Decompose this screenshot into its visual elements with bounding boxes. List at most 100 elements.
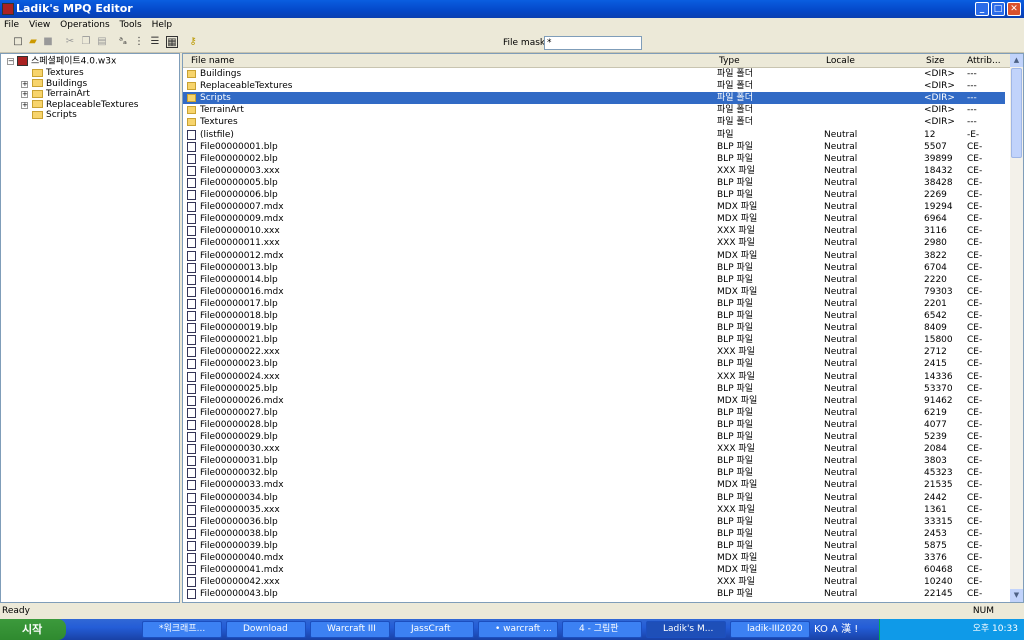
- table-row[interactable]: File00000005.blp BLP 파일 Neutral 38428 CE-: [183, 177, 1005, 189]
- scroll-thumb[interactable]: [1011, 68, 1022, 158]
- table-row[interactable]: File00000036.blp BLP 파일 Neutral 33315 CE-: [183, 516, 1005, 528]
- scroll-down-arrow-icon[interactable]: ▼: [1010, 589, 1023, 602]
- table-row[interactable]: File00000027.blp BLP 파일 Neutral 6219 CE-: [183, 407, 1005, 419]
- table-row[interactable]: File00000017.blp BLP 파일 Neutral 2201 CE-: [183, 298, 1005, 310]
- menu-view[interactable]: View: [29, 20, 50, 30]
- table-row[interactable]: File00000026.mdx MDX 파일 Neutral 91462 CE-: [183, 395, 1005, 407]
- table-row[interactable]: File00000041.mdx MDX 파일 Neutral 60468 CE-: [183, 564, 1005, 576]
- taskbar-item[interactable]: • warcraft ...: [478, 621, 558, 638]
- tree-item-terrainart[interactable]: TerrainArt: [32, 89, 90, 99]
- taskbar-item[interactable]: Download: [226, 621, 306, 638]
- table-row[interactable]: File00000014.blp BLP 파일 Neutral 2220 CE-: [183, 274, 1005, 286]
- table-row[interactable]: File00000033.mdx MDX 파일 Neutral 21535 CE-: [183, 479, 1005, 491]
- copy-icon[interactable]: ❐: [80, 36, 92, 48]
- tree-root[interactable]: 스페셜페이트4.0.w3x: [17, 56, 116, 67]
- grid-icon[interactable]: ▦: [166, 36, 178, 48]
- table-row[interactable]: File00000042.xxx XXX 파일 Neutral 10240 CE-: [183, 576, 1005, 588]
- table-row[interactable]: File00000006.blp BLP 파일 Neutral 2269 CE-: [183, 189, 1005, 201]
- expand-toggle[interactable]: +: [21, 80, 28, 88]
- menu-tools[interactable]: Tools: [120, 20, 142, 30]
- table-row[interactable]: File00000012.mdx MDX 파일 Neutral 3822 CE-: [183, 250, 1005, 262]
- table-row[interactable]: File00000018.blp BLP 파일 Neutral 6542 CE-: [183, 310, 1005, 322]
- cell-locale: Neutral: [824, 214, 858, 225]
- table-row[interactable]: File00000007.mdx MDX 파일 Neutral 19294 CE-: [183, 201, 1005, 213]
- taskbar-item[interactable]: ladik-III2020: [730, 621, 810, 638]
- cell-attrib: CE-: [967, 202, 983, 213]
- cell-type: BLP 파일: [717, 177, 754, 188]
- close-button[interactable]: ✕: [1007, 2, 1021, 16]
- table-row[interactable]: File00000025.blp BLP 파일 Neutral 53370 CE-: [183, 383, 1005, 395]
- table-row[interactable]: File00000032.blp BLP 파일 Neutral 45323 CE-: [183, 467, 1005, 479]
- table-row[interactable]: File00000039.blp BLP 파일 Neutral 5875 CE-: [183, 540, 1005, 552]
- table-row[interactable]: File00000019.blp BLP 파일 Neutral 8409 CE-: [183, 322, 1005, 334]
- list-icon[interactable]: ⋮: [133, 36, 145, 48]
- collapse-toggle[interactable]: −: [7, 58, 14, 65]
- table-row[interactable]: File00000009.mdx MDX 파일 Neutral 6964 CE-: [183, 213, 1005, 225]
- column-header-attrib[interactable]: Attrib...: [967, 56, 1001, 66]
- taskbar-item[interactable]: Warcraft III: [310, 621, 390, 638]
- new-icon[interactable]: □: [12, 36, 24, 48]
- table-row[interactable]: File00000022.xxx XXX 파일 Neutral 2712 CE-: [183, 346, 1005, 358]
- menu-operations[interactable]: Operations: [60, 20, 109, 30]
- cut-icon[interactable]: ✂: [64, 36, 76, 48]
- vertical-scrollbar[interactable]: ▲ ▼: [1010, 54, 1023, 602]
- minimize-button[interactable]: _: [975, 2, 989, 16]
- table-row[interactable]: File00000021.blp BLP 파일 Neutral 15800 CE-: [183, 334, 1005, 346]
- table-row[interactable]: File00000024.xxx XXX 파일 Neutral 14336 CE-: [183, 371, 1005, 383]
- maximize-button[interactable]: □: [991, 2, 1005, 16]
- table-row[interactable]: File00000031.blp BLP 파일 Neutral 3803 CE-: [183, 455, 1005, 467]
- expand-toggle[interactable]: +: [21, 91, 28, 99]
- scroll-up-arrow-icon[interactable]: ▲: [1010, 54, 1023, 67]
- details-icon[interactable]: ☰: [149, 36, 161, 48]
- start-button[interactable]: 시작: [0, 619, 66, 640]
- table-row[interactable]: File00000043.blp BLP 파일 Neutral 22145 CE-: [183, 588, 1005, 600]
- cell-size: 3822: [924, 250, 947, 261]
- table-row[interactable]: File00000029.blp BLP 파일 Neutral 5239 CE-: [183, 431, 1005, 443]
- column-header-locale[interactable]: Locale: [826, 56, 855, 66]
- column-header-name[interactable]: File name: [191, 56, 234, 66]
- table-row[interactable]: File00000001.blp BLP 파일 Neutral 5507 CE-: [183, 141, 1005, 153]
- taskbar-item[interactable]: Ladik's M...: [646, 621, 726, 638]
- table-row[interactable]: File00000003.xxx XXX 파일 Neutral 18432 CE-: [183, 165, 1005, 177]
- table-row[interactable]: File00000035.xxx XXX 파일 Neutral 1361 CE-: [183, 504, 1005, 516]
- tree-item-replaceabletextures[interactable]: ReplaceableTextures: [32, 100, 139, 110]
- save-icon[interactable]: ■: [42, 36, 54, 48]
- taskbar-item[interactable]: JassCraft: [394, 621, 474, 638]
- column-header-size[interactable]: Size: [926, 56, 944, 66]
- table-row[interactable]: File00000011.xxx XXX 파일 Neutral 2980 CE-: [183, 237, 1005, 249]
- table-row[interactable]: Textures 파일 폴더 <DIR> ---: [183, 116, 1005, 128]
- table-row[interactable]: File00000034.blp BLP 파일 Neutral 2442 CE-: [183, 492, 1005, 504]
- cell-name: File00000040.mdx: [200, 553, 284, 563]
- taskbar-item[interactable]: 4 - 그림판: [562, 621, 642, 638]
- table-row[interactable]: File00000023.blp BLP 파일 Neutral 2415 CE-: [183, 358, 1005, 370]
- language-bar[interactable]: KO A 漢 !: [814, 619, 858, 640]
- small-icons-icon[interactable]: ᵃₐ: [117, 36, 129, 48]
- column-header-type[interactable]: Type: [719, 56, 740, 66]
- paste-icon[interactable]: ▤: [96, 36, 108, 48]
- table-row[interactable]: File00000013.blp BLP 파일 Neutral 6704 CE-: [183, 262, 1005, 274]
- file-mask-input[interactable]: *: [544, 36, 642, 50]
- table-row[interactable]: File00000002.blp BLP 파일 Neutral 39899 CE-: [183, 153, 1005, 165]
- tree-item-scripts[interactable]: Scripts: [32, 110, 77, 120]
- table-row[interactable]: File00000016.mdx MDX 파일 Neutral 79303 CE-: [183, 286, 1005, 298]
- table-row[interactable]: File00000038.blp BLP 파일 Neutral 2453 CE-: [183, 528, 1005, 540]
- table-row[interactable]: File00000030.xxx XXX 파일 Neutral 2084 CE-: [183, 443, 1005, 455]
- table-row[interactable]: File00000028.blp BLP 파일 Neutral 4077 CE-: [183, 419, 1005, 431]
- menu-help[interactable]: Help: [152, 20, 173, 30]
- tree-item-buildings[interactable]: Buildings: [32, 79, 87, 89]
- open-icon[interactable]: ▰: [27, 36, 39, 48]
- key-icon[interactable]: ⚷: [187, 36, 199, 48]
- tree-item-textures[interactable]: Textures: [32, 68, 84, 78]
- table-row[interactable]: File00000010.xxx XXX 파일 Neutral 3116 CE-: [183, 225, 1005, 237]
- expand-toggle[interactable]: +: [21, 101, 28, 109]
- menu-file[interactable]: File: [4, 20, 19, 30]
- table-row[interactable]: Buildings 파일 폴더 <DIR> ---: [183, 68, 1005, 80]
- table-row[interactable]: (listfile) 파일 Neutral 12 -E-: [183, 129, 1005, 141]
- cell-name: File00000028.blp: [200, 419, 278, 430]
- table-row[interactable]: ReplaceableTextures 파일 폴더 <DIR> ---: [183, 80, 1005, 92]
- table-row[interactable]: TerrainArt 파일 폴더 <DIR> ---: [183, 104, 1005, 116]
- taskbar-item[interactable]: *워크래프...: [142, 621, 222, 638]
- table-row[interactable]: File00000040.mdx MDX 파일 Neutral 3376 CE-: [183, 552, 1005, 564]
- table-row[interactable]: Scripts 파일 폴더 <DIR> ---: [183, 92, 1005, 105]
- clock: 오후 10:33: [972, 624, 1018, 634]
